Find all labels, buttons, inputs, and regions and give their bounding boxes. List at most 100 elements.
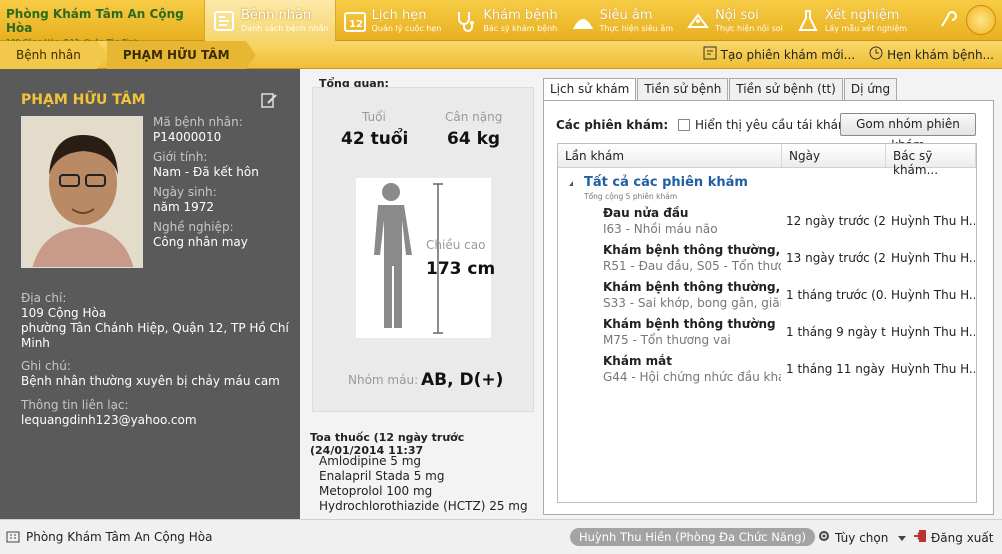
body-silhouette bbox=[356, 178, 491, 338]
nav-endoscopy[interactable]: Nội soi Thực hiện nội soi bbox=[679, 0, 789, 41]
new-visit-icon bbox=[703, 46, 717, 63]
address-label: Địa chỉ: bbox=[21, 291, 67, 305]
table-row[interactable]: Khám bệnh thông thường, Khám R51 - Đau đầ… bbox=[558, 239, 976, 276]
nav-lab-tests-title: Xét nghiệm bbox=[824, 8, 900, 23]
contact-field: Thông tin liên lạc: lequangdinh123@yahoo… bbox=[21, 398, 291, 427]
nav-patients-title: Bệnh nhân bbox=[241, 8, 312, 23]
nav-ultrasound[interactable]: Siêu âm Thực hiện siêu âm bbox=[564, 0, 679, 41]
show-recheck-checkbox[interactable] bbox=[678, 119, 690, 131]
job-field: Nghề nghiệp: Công nhân may bbox=[153, 220, 248, 249]
patient-info-panel: PHẠM HỮU TÂM Mã bệnh nhân: P14000010 Giớ… bbox=[0, 69, 300, 519]
nav-appointments[interactable]: 12 Lịch hẹn Quản lý cuộc hẹn bbox=[336, 0, 448, 41]
nav-ultrasound-subtitle: Thực hiện siêu âm bbox=[599, 24, 674, 33]
visit-diagnosis: I63 - Nhồi máu não bbox=[603, 222, 718, 236]
prescription-item: Hydrochlorothiazide (HCTZ) 25 mg bbox=[319, 499, 528, 513]
patient-id-field: Mã bệnh nhân: P14000010 bbox=[153, 115, 243, 144]
job-value: Công nhân may bbox=[153, 235, 248, 249]
flask-icon bbox=[795, 8, 821, 34]
nav-appointments-subtitle: Quản lý cuộc hẹn bbox=[371, 24, 442, 33]
logout-button[interactable]: Đăng xuất bbox=[913, 529, 993, 546]
new-visit-button[interactable]: Tạo phiên khám mới... bbox=[703, 46, 855, 63]
nav-patients-subtitle: Danh sách bệnh nhân bbox=[241, 24, 329, 33]
nav-lab-tests[interactable]: Xét nghiệm Lấy mẫu xét nghiệm bbox=[789, 0, 913, 41]
overview-panel: Tổng quan: Tuổi 42 tuổi Cân nặng 64 kg C… bbox=[310, 77, 535, 517]
address-line2: phường Tân Chánh Hiệp, Quận 12, TP Hồ Ch… bbox=[21, 321, 289, 335]
current-user-badge[interactable]: Huỳnh Thu Hiền (Phòng Đa Chức Năng) bbox=[570, 528, 816, 546]
status-bar: Phòng Khám Tâm An Cộng Hòa Huỳnh Thu Hiề… bbox=[0, 519, 1002, 554]
age-value: 42 tuổi bbox=[341, 129, 409, 149]
gender-field: Giới tính: Nam - Đã kết hôn bbox=[153, 150, 259, 179]
settings-icon[interactable] bbox=[936, 8, 958, 33]
options-menu[interactable]: Tùy chọn bbox=[817, 529, 907, 546]
visit-doctor: Huỳnh Thu H... bbox=[891, 362, 975, 376]
visit-date: 12 ngày trước (2... bbox=[786, 214, 886, 228]
nav-examination[interactable]: Khám bệnh Bác sỹ khám bệnh bbox=[447, 0, 563, 41]
tab-medical-history[interactable]: Tiền sử bệnh bbox=[637, 78, 729, 100]
stethoscope-icon bbox=[453, 8, 479, 34]
logout-label: Đăng xuất bbox=[931, 530, 994, 545]
table-row[interactable]: Khám bệnh thông thường, Khám S33 - Sai kh… bbox=[558, 276, 976, 313]
visit-title: Khám bệnh thông thường, Khám bbox=[603, 280, 781, 294]
tab-visit-history[interactable]: Lịch sử khám bbox=[543, 78, 637, 101]
collapse-triangle-icon[interactable] bbox=[569, 181, 573, 186]
visit-title: Khám bệnh thông thường, Khám bbox=[603, 243, 781, 257]
column-visit[interactable]: Lần khám bbox=[558, 144, 782, 167]
show-recheck-toggle[interactable]: Hiển thị yêu cầu tái khám bbox=[678, 118, 850, 132]
visit-diagnosis: S33 - Sai khớp, bong gân, giãn khớ bbox=[603, 296, 781, 310]
visit-doctor: Huỳnh Thu H... bbox=[891, 325, 975, 339]
visit-date: 13 ngày trước (2... bbox=[786, 251, 886, 265]
note-value: Bệnh nhân thường xuyên bị chảy máu cam bbox=[21, 374, 280, 388]
dob-field: Ngày sinh: năm 1972 bbox=[153, 185, 217, 214]
nav-endoscopy-subtitle: Thực hiện nội soi bbox=[715, 24, 783, 33]
job-label: Nghề nghiệp: bbox=[153, 220, 234, 234]
patient-card-icon bbox=[211, 8, 237, 34]
table-row[interactable]: Khám bệnh thông thường M75 - Tổn thương v… bbox=[558, 313, 976, 350]
clinic-logo bbox=[966, 5, 996, 35]
group-sessions-button[interactable]: Gom nhóm phiên khám bbox=[840, 113, 976, 152]
nav-examination-subtitle: Bác sỹ khám bệnh bbox=[483, 24, 558, 33]
dob-label: Ngày sinh: bbox=[153, 185, 217, 199]
sessions-label: Các phiên khám: bbox=[556, 118, 669, 132]
edit-icon[interactable] bbox=[260, 91, 278, 112]
breadcrumb-separator bbox=[96, 40, 107, 69]
breadcrumb-patients[interactable]: Bệnh nhân bbox=[0, 40, 97, 69]
dob-value: năm 1972 bbox=[153, 200, 215, 214]
options-label: Tùy chọn bbox=[835, 530, 889, 545]
nav-patients[interactable]: Bệnh nhân Danh sách bệnh nhân bbox=[204, 0, 336, 41]
weight-value: 64 kg bbox=[447, 129, 501, 149]
show-recheck-label: Hiển thị yêu cầu tái khám bbox=[695, 118, 850, 132]
clinic-header: Phòng Khám Tâm An Cộng Hòa 109 Cộng Hòa,… bbox=[0, 0, 204, 47]
patient-name: PHẠM HỮU TÂM bbox=[21, 92, 146, 108]
top-nav-bar: Phòng Khám Tâm An Cộng Hòa 109 Cộng Hòa,… bbox=[0, 0, 1002, 47]
breadcrumb-current: PHẠM HỮU TÂM bbox=[106, 40, 246, 69]
endoscope-icon bbox=[685, 8, 711, 34]
appointment-button[interactable]: Hẹn khám bệnh... bbox=[869, 46, 994, 63]
status-clinic-name: Phòng Khám Tâm An Cộng Hòa bbox=[26, 530, 213, 544]
chevron-down-icon bbox=[898, 531, 907, 545]
gear-icon bbox=[817, 529, 831, 546]
tab-allergies[interactable]: Dị ứng bbox=[843, 78, 898, 100]
contact-value: lequangdinh123@yahoo.com bbox=[21, 413, 197, 427]
logout-icon bbox=[913, 529, 927, 546]
nav-endoscopy-title: Nội soi bbox=[715, 8, 759, 23]
prescription-item: Metoprolol 100 mg bbox=[319, 484, 433, 498]
history-tabs: Lịch sử khám Tiền sử bệnh Tiền sử bệnh (… bbox=[543, 78, 994, 101]
tab-medical-history-cont[interactable]: Tiền sử bệnh (tt) bbox=[729, 78, 843, 100]
table-row[interactable]: Khám mắt G44 - Hội chứng nhức đầu khác 1 … bbox=[558, 350, 976, 387]
group-title: Tất cả các phiên khám bbox=[584, 175, 748, 190]
column-date[interactable]: Ngày bbox=[782, 144, 886, 167]
column-doctor[interactable]: Bác sỹ khám... bbox=[886, 144, 976, 177]
breadcrumb: Bệnh nhân PHẠM HỮU TÂM Tạo phiên khám mớ… bbox=[0, 40, 1002, 69]
prescription-item: Amlodipine 5 mg bbox=[319, 454, 422, 468]
new-visit-label: Tạo phiên khám mới... bbox=[720, 47, 856, 62]
visit-diagnosis: G44 - Hội chứng nhức đầu khác bbox=[603, 370, 781, 384]
calendar-icon: 12 bbox=[342, 8, 368, 34]
address-line1: 109 Cộng Hòa bbox=[21, 306, 107, 320]
breadcrumb-separator-end bbox=[245, 40, 256, 69]
patient-photo bbox=[21, 116, 143, 268]
contact-label: Thông tin liên lạc: bbox=[21, 398, 129, 412]
prescription-list: Amlodipine 5 mg Enalapril Stada 5 mg Met… bbox=[319, 454, 528, 514]
table-row[interactable]: Đau nửa đầu I63 - Nhồi máu não 12 ngày tr… bbox=[558, 202, 976, 239]
clinic-building-icon bbox=[6, 529, 20, 546]
address-line3: Minh bbox=[21, 336, 50, 350]
